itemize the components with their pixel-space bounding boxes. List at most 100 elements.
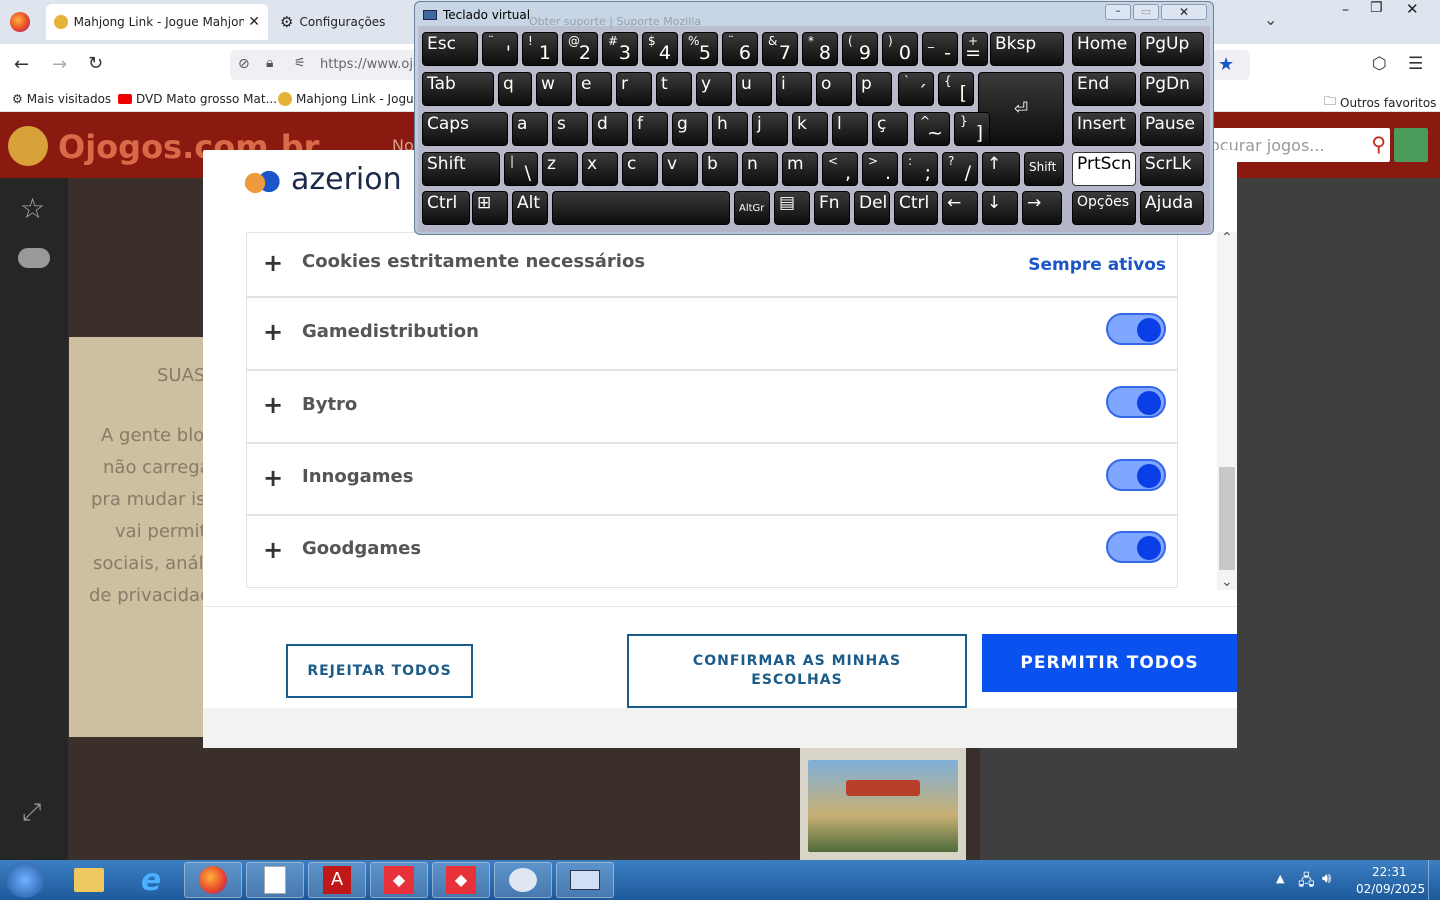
- window-restore-button[interactable]: ❐: [1370, 0, 1383, 16]
- list-all-tabs-icon[interactable]: ⌄: [1264, 10, 1277, 29]
- expand-plus-icon[interactable]: +: [263, 318, 283, 346]
- key-symbol-3-13[interactable]: ↑: [982, 152, 1020, 186]
- clock-time[interactable]: 22:31: [1372, 865, 1407, 879]
- taskbar-acrobat[interactable]: A: [308, 862, 366, 898]
- game-thumbnail-image[interactable]: [808, 760, 958, 852]
- key-f[interactable]: f: [632, 112, 668, 146]
- key-v[interactable]: v: [662, 152, 698, 186]
- key-Opes[interactable]: Opções: [1072, 191, 1136, 225]
- hamburger-menu-icon[interactable]: ☰: [1408, 54, 1423, 74]
- key-d[interactable]: d: [592, 112, 628, 146]
- key-symbol-0-1[interactable]: ¨ ': [482, 32, 518, 66]
- reload-icon[interactable]: ↻: [88, 53, 103, 74]
- scroll-down-arrow-icon[interactable]: ⌄: [1221, 574, 1233, 590]
- scroll-up-arrow-icon[interactable]: ⌃: [1221, 230, 1233, 246]
- bookmark-outros-favoritos[interactable]: 🗀 Outros favoritos: [1324, 92, 1436, 113]
- key-e[interactable]: e: [576, 72, 612, 106]
- expand-plus-icon[interactable]: +: [263, 391, 283, 419]
- key-5[interactable]: % 5: [682, 32, 718, 66]
- key-Ajuda[interactable]: Ajuda: [1140, 191, 1204, 225]
- cookie-row-necessary[interactable]: + Cookies estritamente necessários Sempr…: [246, 232, 1178, 297]
- key-j[interactable]: j: [752, 112, 788, 146]
- toggle-switch[interactable]: [1106, 386, 1166, 418]
- key-1[interactable]: ! 1: [522, 32, 558, 66]
- key-Insert[interactable]: Insert: [1072, 112, 1136, 146]
- key-h[interactable]: h: [712, 112, 748, 146]
- cookie-row-goodgames[interactable]: + Goodgames: [246, 515, 1178, 588]
- key-symbol-0-12[interactable]: _ -: [922, 32, 958, 66]
- tab-close-icon[interactable]: ✕: [248, 14, 260, 30]
- cookie-row-innogames[interactable]: + Innogames: [246, 443, 1178, 515]
- taskbar-explorer[interactable]: [60, 862, 118, 898]
- bookmark-mahjong[interactable]: Mahjong Link - Jogue: [278, 92, 421, 106]
- key-o[interactable]: o: [816, 72, 852, 106]
- key-2[interactable]: @2: [562, 32, 598, 66]
- key-w[interactable]: w: [536, 72, 572, 106]
- show-hidden-icons-arrow-icon[interactable]: ▲: [1276, 872, 1284, 885]
- key-Pause[interactable]: Pause: [1140, 112, 1204, 146]
- key-Home[interactable]: Home: [1072, 32, 1136, 66]
- firefox-menu-icon[interactable]: [10, 12, 30, 32]
- back-arrow-icon[interactable]: ←: [14, 54, 29, 75]
- network-icon[interactable]: 🖧︎: [1298, 870, 1315, 895]
- taskbar-firefox[interactable]: [184, 862, 242, 898]
- key-m[interactable]: m: [782, 152, 818, 186]
- bookmark-dvd[interactable]: DVD Mato grosso Mat...: [118, 92, 277, 106]
- key-s[interactable]: s: [552, 112, 588, 146]
- tab-configuracoes[interactable]: ⚙ Configurações: [272, 4, 412, 40]
- key-Alt[interactable]: Alt: [512, 191, 548, 225]
- search-icon[interactable]: ⚲: [1371, 132, 1386, 156]
- key-space[interactable]: [552, 191, 730, 225]
- key-symbol-3-1[interactable]: | \: [504, 152, 538, 186]
- scrollbar-thumb[interactable]: [1219, 467, 1235, 570]
- key-7[interactable]: & 7: [762, 32, 798, 66]
- key-symbol-1-12[interactable]: {[: [938, 72, 974, 106]
- key-a[interactable]: a: [512, 112, 548, 146]
- volume-icon[interactable]: 🔊︎: [1322, 869, 1331, 887]
- key-symbol-3-12[interactable]: ? /: [942, 152, 978, 186]
- taskbar-onscreen-keyboard[interactable]: [556, 862, 614, 898]
- bookmark-star-icon[interactable]: ★: [1218, 54, 1234, 75]
- key-PrtScn[interactable]: PrtScn: [1072, 152, 1136, 186]
- expand-plus-icon[interactable]: +: [263, 249, 283, 277]
- key-l[interactable]: l: [832, 112, 868, 146]
- window-close-button[interactable]: ✕: [1406, 0, 1419, 18]
- show-desktop-button[interactable]: [1428, 860, 1440, 900]
- lock-icon[interactable]: 🔒︎: [266, 55, 273, 71]
- key-p[interactable]: p: [856, 72, 892, 106]
- tab-mahjong-link[interactable]: Mahjong Link - Jogue Mahjong ✕: [46, 4, 268, 40]
- key-t[interactable]: t: [656, 72, 692, 106]
- key-r[interactable]: r: [616, 72, 652, 106]
- key-Tab[interactable]: Tab: [422, 72, 494, 106]
- key-symbol-4-10[interactable]: ↓: [982, 191, 1018, 225]
- toggle-switch[interactable]: [1106, 459, 1166, 491]
- key-symbol-4-9[interactable]: ←: [942, 191, 978, 225]
- key-PgDn[interactable]: PgDn: [1140, 72, 1204, 106]
- key-AltGr[interactable]: AltGr: [734, 191, 770, 225]
- cookie-row-gamedistribution[interactable]: + Gamedistribution: [246, 297, 1178, 370]
- forward-arrow-icon[interactable]: →: [52, 54, 67, 75]
- extensions-icon[interactable]: ⬡: [1372, 54, 1387, 74]
- key-symbol-4-11[interactable]: →: [1022, 191, 1062, 225]
- taskbar-anydesk-1[interactable]: ◆: [370, 862, 428, 898]
- key-symbol-3-11[interactable]: :;: [902, 152, 938, 186]
- key-q[interactable]: q: [498, 72, 532, 106]
- key-symbol-2-10[interactable]: ç: [872, 112, 908, 146]
- key-ScrLk[interactable]: ScrLk: [1140, 152, 1204, 186]
- expand-plus-icon[interactable]: +: [263, 464, 283, 492]
- key-y[interactable]: y: [696, 72, 732, 106]
- key-symbol-3-9[interactable]: <,: [822, 152, 858, 186]
- toggle-switch[interactable]: [1106, 313, 1166, 345]
- key-End[interactable]: End: [1072, 72, 1136, 106]
- key-8[interactable]: * 8: [802, 32, 838, 66]
- key-PgUp[interactable]: PgUp: [1140, 32, 1204, 66]
- key-0[interactable]: ) 0: [882, 32, 918, 66]
- key-symbol-4-5[interactable]: ▤: [774, 191, 810, 225]
- keyboard-maximize-button[interactable]: ▭: [1133, 4, 1159, 20]
- tracking-protection-icon[interactable]: ⊘: [238, 56, 250, 72]
- taskbar-paint[interactable]: [494, 862, 552, 898]
- key-Esc[interactable]: Esc: [422, 32, 478, 66]
- taskbar-anydesk-2[interactable]: ◆: [432, 862, 490, 898]
- key-6[interactable]: ¨ 6: [722, 32, 758, 66]
- key-symbol-2-11[interactable]: ^ ~: [914, 112, 950, 146]
